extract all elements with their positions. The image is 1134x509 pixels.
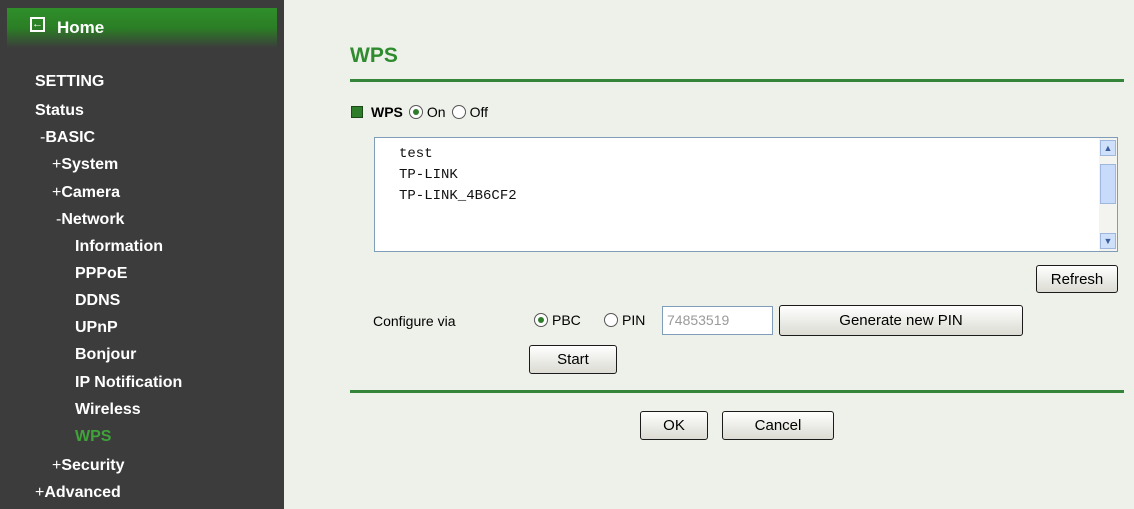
start-button[interactable]: Start [529, 345, 617, 374]
page-title: WPS [350, 44, 398, 67]
network-list[interactable]: test TP-LINK TP-LINK_4B6CF2 ▲ ▼ [374, 137, 1118, 252]
cancel-button[interactable]: Cancel [722, 411, 834, 440]
wps-off-radio[interactable] [451, 105, 466, 119]
pbc-radio[interactable] [534, 313, 548, 327]
pbc-option: PBC [528, 312, 581, 328]
nav-basic[interactable]: -BASIC [40, 129, 95, 147]
pin-option: PIN [598, 312, 645, 328]
nav-system[interactable]: +System [52, 156, 118, 174]
list-item[interactable]: test [399, 146, 433, 162]
nav-bonjour[interactable]: Bonjour [75, 346, 136, 364]
nav-wireless[interactable]: Wireless [75, 401, 141, 419]
back-arrow-icon[interactable]: ← [30, 17, 45, 32]
nav-network[interactable]: -Network [56, 211, 124, 229]
nav-setting[interactable]: SETTING [35, 73, 104, 91]
title-divider [350, 79, 1124, 82]
nav-advanced[interactable]: +Advanced [35, 484, 121, 502]
wps-on-label: On [426, 104, 446, 120]
generate-pin-button[interactable]: Generate new PIN [779, 305, 1023, 336]
nav-ddns[interactable]: DDNS [75, 292, 120, 310]
footer-divider [350, 390, 1124, 393]
configure-via-label: Configure via [373, 313, 456, 329]
nav-camera[interactable]: +Camera [52, 184, 120, 202]
list-scrollbar[interactable]: ▲ ▼ [1099, 138, 1117, 251]
home-link[interactable]: Home [57, 18, 104, 38]
wps-off-label: Off [469, 104, 488, 120]
nav-wps[interactable]: WPS [75, 428, 111, 446]
refresh-button[interactable]: Refresh [1036, 265, 1118, 293]
wps-on-radio[interactable] [408, 105, 423, 119]
nav-information[interactable]: Information [75, 238, 163, 256]
nav-upnp[interactable]: UPnP [75, 319, 118, 337]
pin-field[interactable]: 74853519 [662, 306, 773, 335]
pin-label: PIN [622, 312, 646, 328]
list-item[interactable]: TP-LINK [399, 167, 458, 183]
sidebar: ← Home SETTING Status -BASIC +System +Ca… [0, 0, 284, 509]
scroll-down-icon[interactable]: ▼ [1100, 233, 1116, 249]
nav-pppoe[interactable]: PPPoE [75, 265, 127, 283]
list-item[interactable]: TP-LINK_4B6CF2 [399, 188, 517, 204]
wps-toggle-label: WPS [371, 104, 403, 120]
nav-status[interactable]: Status [35, 102, 84, 120]
nav-ip-notification[interactable]: IP Notification [75, 374, 182, 392]
pbc-label: PBC [552, 312, 581, 328]
home-bar[interactable]: ← Home [7, 8, 277, 48]
bullet-square-icon [351, 106, 363, 118]
pin-radio[interactable] [604, 313, 618, 327]
ok-button[interactable]: OK [640, 411, 708, 440]
nav-security[interactable]: +Security [52, 457, 124, 475]
scroll-thumb[interactable] [1100, 164, 1116, 204]
scroll-up-icon[interactable]: ▲ [1100, 140, 1116, 156]
wps-toggle-row: WPS On Off [351, 104, 488, 120]
